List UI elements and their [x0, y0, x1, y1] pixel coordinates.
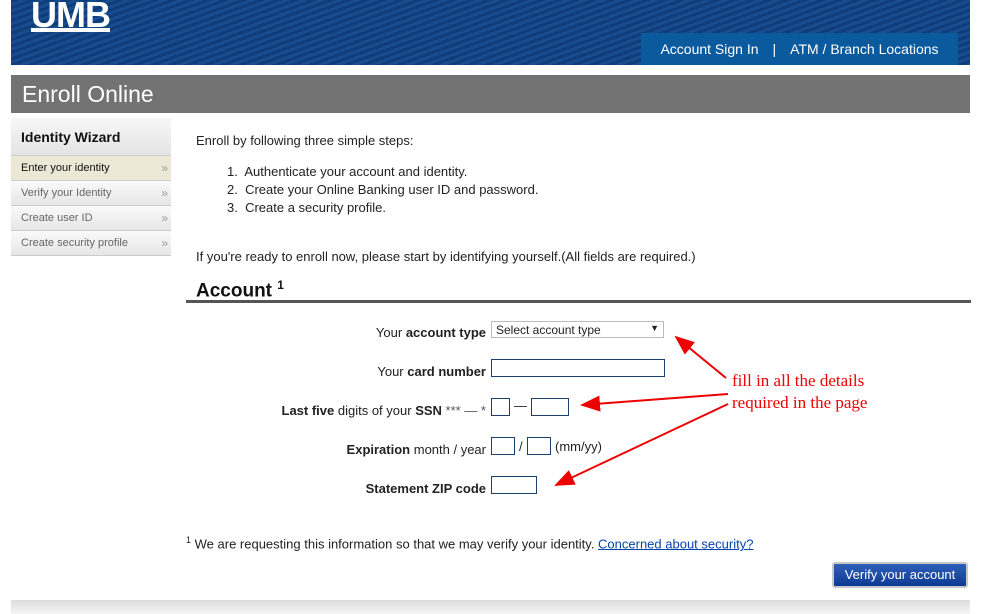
arrow-to-account-type	[674, 335, 727, 379]
annotation-line-1: fill in all the details	[732, 371, 865, 390]
annotation-line-2: required in the page	[732, 393, 868, 412]
arrow-to-zip	[554, 403, 729, 486]
arrow-to-ssn	[580, 393, 729, 412]
annotation-arrows	[554, 335, 729, 486]
